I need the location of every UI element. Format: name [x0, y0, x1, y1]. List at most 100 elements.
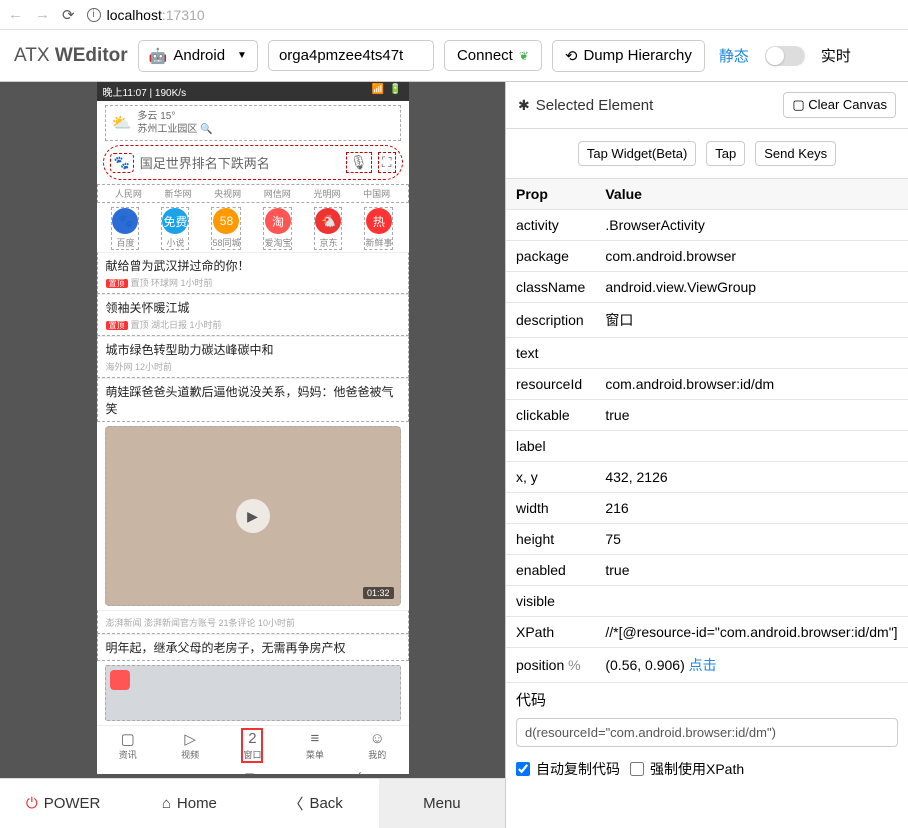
nav-forward-icon[interactable]: → — [35, 6, 50, 23]
platform-dropdown[interactable]: 🤖 Android ▼ — [138, 40, 258, 72]
bottom-nav-item[interactable]: ▷视频 — [181, 730, 199, 761]
code-box[interactable]: d(resourceId="com.android.browser:id/dm"… — [516, 718, 898, 747]
prop-text — [595, 338, 908, 369]
prop-classname: android.view.ViewGroup — [595, 272, 908, 303]
url-bar[interactable]: i localhost:17310 — [87, 7, 900, 23]
prop-width: 216 — [595, 493, 908, 524]
position-click-link[interactable]: 点击 — [689, 657, 717, 673]
menu-button[interactable]: Menu — [379, 779, 505, 828]
prop-activity: .BrowserActivity — [595, 210, 908, 241]
power-icon: ⏻ — [26, 795, 38, 812]
app-toolbar: ATX WEditor 🤖 Android ▼ Connect❦ ⟲Dump H… — [0, 30, 908, 82]
phone-bottom-nav: ▢资讯 ▷视频 2窗口 ≡菜单 ☺我的 — [97, 725, 409, 761]
quick-app[interactable]: 🐾百度 — [111, 207, 139, 250]
news-item[interactable]: 献给曾为武汉拼过命的你！置顶置顶 环球网 1小时前 — [97, 252, 409, 294]
site-info-icon[interactable]: i — [87, 8, 101, 22]
sys-menu-icon[interactable]: ≡ — [143, 769, 151, 774]
home-icon: ⌂ — [162, 795, 171, 812]
scan-icon[interactable]: ⛶ — [378, 152, 396, 173]
url-host: localhost — [107, 7, 162, 23]
device-pane: 晚上11:07 | 190K/s 📶 🔋 ⛅ 多云 15°苏州工业园区 🔍 🐾 … — [0, 82, 505, 828]
quick-app[interactable]: 5858同城 — [211, 207, 241, 250]
quick-app[interactable]: 淘爱淘宝 — [263, 207, 292, 250]
force-xpath-label: 强制使用XPath — [650, 759, 744, 779]
dump-hierarchy-button[interactable]: ⟲Dump Hierarchy — [552, 40, 705, 72]
prop-xy: 432, 2126 — [595, 462, 908, 493]
mode-realtime-label[interactable]: 实时 — [821, 45, 851, 66]
phone-statusbar: 晚上11:07 | 190K/s 📶 🔋 — [97, 82, 409, 101]
send-keys-button[interactable]: Send Keys — [755, 141, 836, 166]
search-bar[interactable]: 🐾 🎙 ⛶ — [103, 145, 403, 180]
auto-copy-label: 自动复制代码 — [536, 759, 620, 779]
video-meta: 澎湃新闻 澎湃新闻官方账号 21条评论 10小时前 — [97, 610, 409, 634]
quick-app[interactable]: 免费小说 — [161, 207, 189, 250]
bottom-nav-item[interactable]: ▢资讯 — [119, 730, 137, 761]
search-input[interactable] — [140, 155, 340, 170]
brand: ATX WEditor — [14, 45, 128, 67]
bottom-nav-item[interactable]: 2窗口 — [243, 730, 261, 761]
site-link[interactable]: 央视网 — [214, 187, 241, 200]
tap-widget-button[interactable]: Tap Widget(Beta) — [578, 141, 696, 166]
ad-image[interactable] — [105, 665, 401, 721]
connect-button[interactable]: Connect❦ — [444, 40, 542, 71]
news-item[interactable]: 领袖关怀暖江城置顶置顶 湖北日报 1小时前 — [97, 294, 409, 336]
news-item[interactable]: 萌娃踩爸爸头道歉后逼他说没关系，妈妈：他爸爸被气笑 — [97, 378, 409, 422]
weather-widget[interactable]: ⛅ 多云 15°苏州工业园区 🔍 — [105, 105, 401, 141]
news-item[interactable]: 明年起，继承父母的老房子，无需再争房产权 — [97, 634, 409, 661]
leaf-icon: ❦ — [519, 49, 529, 63]
site-link[interactable]: 新华网 — [164, 187, 191, 200]
code-label: 代码 — [506, 683, 908, 712]
tap-button[interactable]: Tap — [706, 141, 745, 166]
sys-back-icon[interactable]: 〈 — [348, 769, 362, 774]
back-button[interactable]: 〈Back — [253, 779, 379, 828]
bottom-nav-item[interactable]: ≡菜单 — [306, 730, 324, 761]
quick-app[interactable]: 热新鲜事 — [364, 207, 393, 250]
home-button[interactable]: ⌂Home — [126, 779, 252, 828]
paw-icon[interactable]: 🐾 — [110, 153, 134, 173]
gear-icon: ✱ — [518, 97, 530, 114]
prop-label — [595, 431, 908, 462]
chevron-down-icon: ▼ — [237, 50, 247, 61]
th-value: Value — [595, 179, 908, 210]
th-prop: Prop — [506, 179, 595, 210]
nav-back-icon[interactable]: ← — [8, 6, 23, 23]
prop-xpath: //*[@resource-id="com.android.browser:id… — [595, 617, 908, 648]
url-port: :17310 — [162, 7, 205, 23]
inspector-pane: ✱Selected Element ▢ Clear Canvas Tap Wid… — [505, 82, 908, 828]
mode-toggle[interactable] — [765, 46, 805, 66]
power-button[interactable]: ⏻POWER — [0, 779, 126, 828]
quick-apps-row: 🐾百度免费小说 5858同城淘爱淘宝 🐔京东热新鲜事 — [97, 203, 409, 252]
news-item[interactable]: 城市绿色转型助力碳达峰碳中和海外网 12小时前 — [97, 336, 409, 378]
app-badge-icon — [110, 670, 130, 690]
mode-static-label[interactable]: 静态 — [719, 45, 749, 66]
android-icon: 🤖 — [149, 47, 168, 65]
force-xpath-checkbox[interactable] — [630, 762, 644, 776]
video-thumbnail[interactable]: ▶ 01:32 — [105, 426, 401, 606]
clear-canvas-button[interactable]: ▢ Clear Canvas — [783, 92, 896, 118]
site-link[interactable]: 光明网 — [313, 187, 340, 200]
site-link[interactable]: 人民网 — [115, 187, 142, 200]
nav-reload-icon[interactable]: ⟳ — [62, 6, 75, 24]
prop-description: 窗口 — [595, 303, 908, 338]
auto-copy-checkbox[interactable] — [516, 762, 530, 776]
platform-label: Android — [173, 47, 225, 64]
device-controls: ⏻POWER ⌂Home 〈Back Menu — [0, 778, 505, 828]
video-duration: 01:32 — [363, 587, 394, 599]
refresh-icon: ⟲ — [565, 47, 578, 65]
percent-icon: % — [568, 657, 580, 673]
sys-home-icon[interactable]: □ — [245, 769, 253, 774]
site-link[interactable]: 网信网 — [264, 187, 291, 200]
device-screenshot[interactable]: 晚上11:07 | 190K/s 📶 🔋 ⛅ 多云 15°苏州工业园区 🔍 🐾 … — [97, 82, 409, 774]
site-links-row: 人民网 新华网 央视网 网信网 光明网 中国网 — [97, 184, 409, 203]
play-icon[interactable]: ▶ — [236, 499, 270, 533]
properties-table: PropValue activity.BrowserActivity packa… — [506, 179, 908, 683]
prop-package: com.android.browser — [595, 241, 908, 272]
prop-resourceid: com.android.browser:id/dm — [595, 369, 908, 400]
mic-icon[interactable]: 🎙 — [346, 152, 372, 173]
site-link[interactable]: 中国网 — [363, 187, 390, 200]
quick-app[interactable]: 🐔京东 — [314, 207, 342, 250]
prop-enabled: true — [595, 555, 908, 586]
browser-chrome: ← → ⟳ i localhost:17310 — [0, 0, 908, 30]
device-address-input[interactable] — [268, 40, 434, 71]
bottom-nav-item[interactable]: ☺我的 — [368, 730, 386, 761]
